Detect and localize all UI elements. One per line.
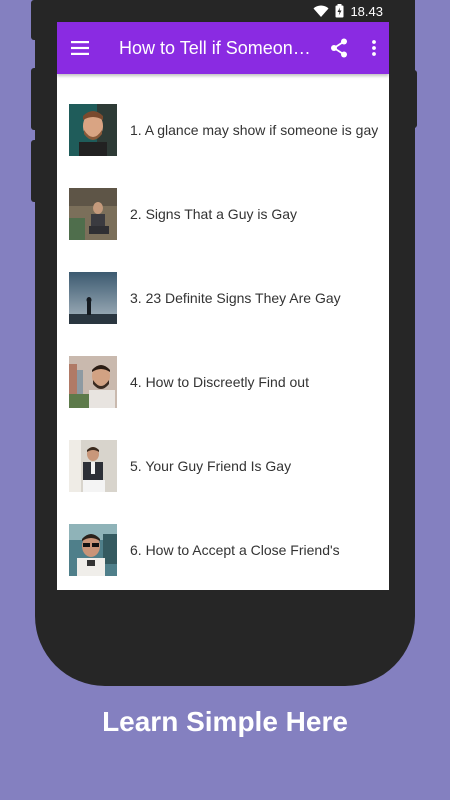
promo-caption: Learn Simple Here <box>102 706 348 737</box>
toolbar-title: How to Tell if Someone is Gay <box>119 37 319 58</box>
list-item[interactable]: 3. 23 Definite Signs They Are Gay <box>57 256 389 340</box>
list-item[interactable]: 2. Signs That a Guy is Gay <box>57 172 389 256</box>
status-time: 18.43 <box>350 3 383 19</box>
wifi-icon <box>313 5 329 17</box>
article-list: 1. A glance may show if someone is gay 2… <box>57 74 389 590</box>
photo-man-suit <box>69 440 117 492</box>
photo-man-sitting <box>69 188 117 240</box>
list-item-label: 2. Signs That a Guy is Gay <box>130 206 298 222</box>
list-item-label: 5. Your Guy Friend Is Gay <box>130 458 292 474</box>
photo-man-beard <box>69 104 117 156</box>
status-bar: 18.43 <box>57 0 389 22</box>
photo-man-city <box>69 356 117 408</box>
list-item-label: 3. 23 Definite Signs They Are Gay <box>130 290 341 306</box>
battery-icon <box>335 4 344 18</box>
share-icon[interactable] <box>319 22 359 74</box>
hamburger-menu-icon[interactable] <box>57 22 103 74</box>
list-item[interactable]: 1. A glance may show if someone is gay <box>57 88 389 172</box>
list-item-label: 1. A glance may show if someone is gay <box>130 122 379 138</box>
photo-silhouette-sky <box>69 272 117 324</box>
app-toolbar: How to Tell if Someone is Gay <box>57 22 389 74</box>
list-item[interactable]: 4. How to Discreetly Find out <box>57 340 389 424</box>
list-item-label: 6. How to Accept a Close Friend's <box>130 542 340 558</box>
photo-man-sunglasses <box>69 524 117 576</box>
phone-screen: 18.43 How to Tell if Someone is Gay <box>57 0 389 590</box>
list-item[interactable]: 5. Your Guy Friend Is Gay <box>57 424 389 508</box>
list-item[interactable]: 6. How to Accept a Close Friend's <box>57 508 389 590</box>
list-item-label: 4. How to Discreetly Find out <box>130 374 309 390</box>
more-vert-icon[interactable] <box>359 22 389 74</box>
